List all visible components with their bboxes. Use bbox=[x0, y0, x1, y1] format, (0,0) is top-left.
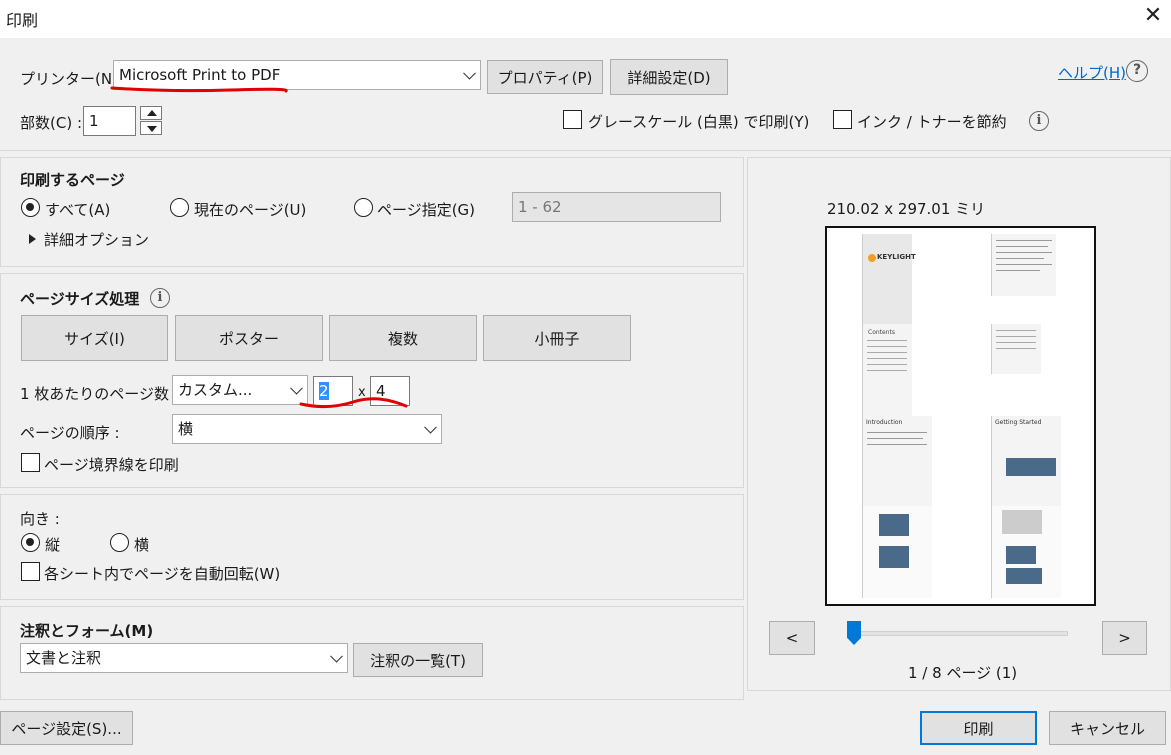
radio-all-label: すべて(A) bbox=[45, 201, 111, 219]
tab-multiple[interactable]: 複数 bbox=[329, 315, 477, 361]
save-ink-checkbox[interactable] bbox=[833, 110, 852, 129]
thumb-page bbox=[991, 324, 1041, 374]
chevron-down-icon bbox=[424, 420, 437, 434]
divider bbox=[0, 150, 1171, 151]
page-slider-track[interactable] bbox=[852, 631, 1068, 636]
thumb-logo-text: KEYLIGHT bbox=[877, 253, 916, 261]
help-icon[interactable]: ? bbox=[1126, 60, 1148, 82]
next-page-button[interactable]: > bbox=[1102, 621, 1147, 655]
print-border-checkbox[interactable] bbox=[21, 453, 40, 472]
page-setup-button[interactable]: ページ設定(S)... bbox=[0, 711, 133, 745]
grayscale-label: グレースケール (白黒) で印刷(Y) bbox=[588, 113, 810, 131]
thumb-image bbox=[879, 546, 909, 568]
save-ink-label: インク / トナーを節約 bbox=[857, 113, 1007, 131]
red-underline-grid bbox=[299, 397, 408, 409]
thumb-page bbox=[991, 234, 1056, 296]
thumb-getting-started-title: Getting Started bbox=[995, 419, 1042, 426]
more-options-toggle[interactable]: 詳細オプション bbox=[44, 229, 149, 250]
page-order-select[interactable]: 横 bbox=[172, 414, 442, 444]
page-status: 1 / 8 ページ (1) bbox=[908, 664, 1018, 682]
chevron-down-icon bbox=[290, 381, 303, 395]
advanced-button[interactable]: 詳細設定(D) bbox=[610, 59, 728, 95]
print-button[interactable]: 印刷 bbox=[920, 711, 1037, 745]
radio-range-label: ページ指定(G) bbox=[377, 201, 476, 219]
thumb-page bbox=[862, 506, 932, 598]
landscape-label: 横 bbox=[134, 536, 150, 554]
red-underline-printer bbox=[110, 86, 288, 93]
spin-up-icon[interactable] bbox=[140, 106, 162, 120]
spin-down-icon[interactable] bbox=[140, 121, 162, 135]
tab-size[interactable]: サイズ(I) bbox=[21, 315, 168, 361]
radio-landscape[interactable] bbox=[110, 533, 129, 552]
tab-booklet[interactable]: 小冊子 bbox=[483, 315, 631, 361]
thumb-page: Contents bbox=[862, 324, 912, 416]
portrait-label: 縦 bbox=[45, 536, 61, 554]
page-range-input[interactable]: 1 - 62 bbox=[512, 192, 721, 222]
expand-triangle-icon[interactable] bbox=[29, 234, 36, 244]
logo-mark bbox=[868, 254, 876, 262]
thumb-contents-title: Contents bbox=[868, 329, 895, 336]
pages-per-sheet-select[interactable]: カスタム... bbox=[172, 375, 308, 405]
copies-label: 部数(C) : bbox=[20, 114, 82, 132]
comments-forms-select[interactable]: 文書と注釈 bbox=[20, 643, 348, 673]
orientation-heading: 向き : bbox=[20, 510, 60, 528]
comments-forms-heading: 注釈とフォーム(M) bbox=[20, 622, 154, 640]
radio-current-label: 現在のページ(U) bbox=[194, 201, 307, 219]
grayscale-checkbox[interactable] bbox=[563, 110, 582, 129]
thumb-intro-title: Introduction bbox=[866, 419, 903, 426]
pages-per-sheet-value: カスタム... bbox=[178, 381, 253, 399]
radio-current-page[interactable] bbox=[170, 198, 189, 217]
preview-sheet: KEYLIGHT Contents Introduction Getting S… bbox=[825, 226, 1096, 606]
radio-all[interactable] bbox=[21, 198, 40, 217]
thumb-image bbox=[879, 514, 909, 536]
chevron-down-icon bbox=[330, 649, 343, 663]
page-order-value: 横 bbox=[178, 420, 194, 438]
print-border-label: ページ境界線を印刷 bbox=[44, 456, 179, 474]
radio-page-range[interactable] bbox=[354, 198, 373, 217]
pages-per-sheet-label: 1 枚あたりのページ数 : bbox=[20, 385, 179, 403]
page-order-label: ページの順序 : bbox=[20, 424, 120, 442]
thumb-page: KEYLIGHT bbox=[862, 234, 916, 324]
thumb-image bbox=[1006, 546, 1036, 564]
auto-rotate-label: 各シート内でページを自動回転(W) bbox=[44, 565, 281, 583]
thumb-image bbox=[1006, 568, 1042, 584]
close-icon[interactable]: ✕ bbox=[1138, 2, 1168, 32]
thumb-image bbox=[1002, 510, 1042, 534]
window-title: 印刷 bbox=[6, 11, 39, 30]
info-icon[interactable]: i bbox=[1029, 111, 1049, 131]
summarize-comments-button[interactable]: 注釈の一覧(T) bbox=[353, 643, 483, 677]
radio-portrait[interactable] bbox=[21, 533, 40, 552]
thumb-image bbox=[1006, 458, 1056, 476]
help-link[interactable]: ヘルプ(H) bbox=[1058, 62, 1126, 83]
properties-button[interactable]: プロパティ(P) bbox=[487, 60, 603, 94]
tab-poster[interactable]: ポスター bbox=[175, 315, 323, 361]
auto-rotate-checkbox[interactable] bbox=[21, 562, 40, 581]
chevron-down-icon bbox=[463, 66, 476, 80]
title-bar bbox=[0, 0, 1171, 38]
page-sizing-heading: ページサイズ処理 bbox=[20, 290, 140, 308]
thumb-page bbox=[991, 506, 1061, 598]
copies-input[interactable]: 1 bbox=[83, 106, 136, 136]
pages-to-print-heading: 印刷するページ bbox=[20, 171, 125, 189]
paper-size-text: 210.02 x 297.01 ミリ bbox=[827, 200, 986, 218]
prev-page-button[interactable]: < bbox=[769, 621, 815, 655]
thumb-page: Getting Started bbox=[991, 416, 1061, 506]
comments-forms-value: 文書と注釈 bbox=[26, 649, 102, 667]
info-icon[interactable]: i bbox=[150, 288, 170, 308]
thumb-page: Introduction bbox=[862, 416, 932, 506]
cancel-button[interactable]: キャンセル bbox=[1049, 711, 1166, 745]
